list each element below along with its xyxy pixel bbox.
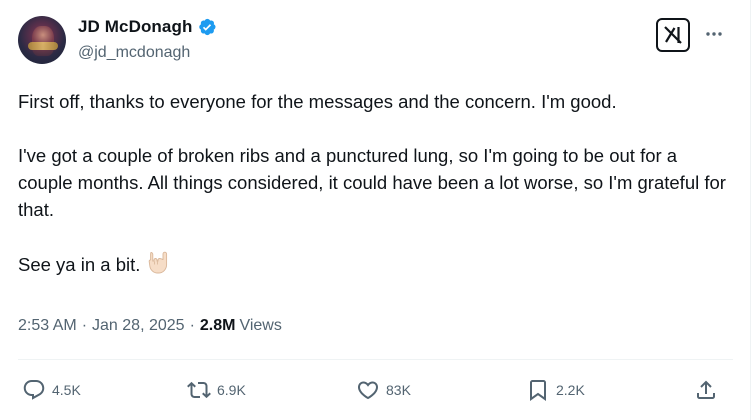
views-label: Views [239, 317, 282, 334]
avatar-belt [28, 42, 58, 50]
more-options-icon [706, 32, 722, 36]
tweet-time[interactable]: 2:53 AM [18, 317, 77, 335]
avatar[interactable] [18, 16, 66, 64]
bookmark-count: 2.2K [556, 382, 585, 398]
like-button[interactable]: 83K [356, 372, 411, 408]
verified-badge-icon [199, 18, 216, 36]
grok-icon [664, 26, 682, 44]
retweet-button[interactable]: 6.9K [187, 372, 246, 408]
heart-icon [357, 381, 379, 400]
avatar-figure [32, 26, 54, 56]
tweet-meta: 2:53 AM · Jan 28, 2025 · 2.8M Views [18, 317, 282, 335]
tweet-text: First off, thanks to everyone for the me… [18, 88, 733, 281]
retweet-icon [187, 381, 211, 399]
author-name-row: JD McDonagh [78, 17, 217, 37]
meta-separator: · [81, 317, 88, 334]
tweet-date[interactable]: Jan 28, 2025 [92, 317, 185, 335]
reply-icon [23, 380, 45, 400]
tweet-card: JD McDonagh @jd_mcdonagh First off, than… [0, 0, 751, 420]
share-button[interactable] [694, 372, 718, 408]
like-count: 83K [386, 382, 411, 398]
grok-button[interactable] [656, 18, 690, 52]
reply-button[interactable]: 4.5K [22, 372, 81, 408]
divider [18, 359, 733, 360]
meta-separator: · [189, 317, 195, 334]
reply-count: 4.5K [52, 382, 81, 398]
tweet-paragraph: See ya in a bit. [18, 254, 141, 275]
retweet-count: 6.9K [217, 382, 246, 398]
tweet-paragraph-last: See ya in a bit. [18, 250, 733, 281]
more-options-button[interactable] [700, 20, 728, 48]
bookmark-icon [530, 380, 546, 401]
tweet-paragraph: First off, thanks to everyone for the me… [18, 91, 617, 112]
author-display-name[interactable]: JD McDonagh [78, 17, 192, 37]
share-icon [697, 380, 715, 399]
tweet-paragraph: I've got a couple of broken ribs and a p… [18, 145, 726, 220]
views-count: 2.8M [199, 317, 236, 334]
action-bar: 4.5K 6.9K 83K 2.2K [18, 372, 733, 408]
author-handle[interactable]: @jd_mcdonagh [78, 44, 190, 62]
sign-of-the-horns-emoji [146, 250, 168, 281]
bookmark-button[interactable]: 2.2K [526, 372, 585, 408]
